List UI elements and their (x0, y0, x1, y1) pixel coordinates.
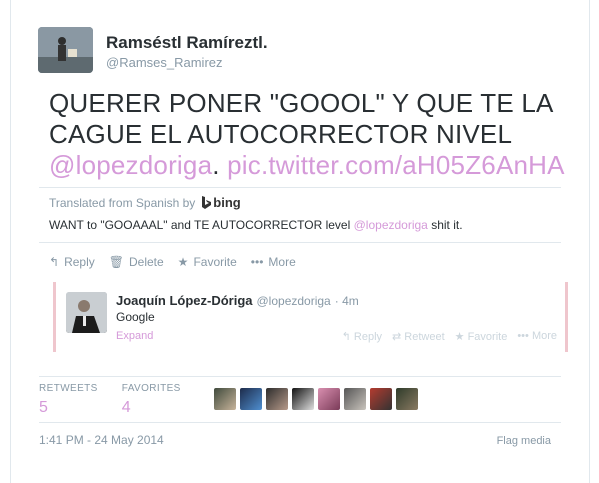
user-avatar[interactable] (318, 388, 340, 410)
tweet-timestamp[interactable]: 1:41 PM - 24 May 2014 (39, 433, 164, 447)
divider (39, 422, 561, 423)
divider (39, 376, 561, 377)
retweets-label: RETWEETS (39, 383, 98, 394)
ellipsis-icon: ••• (250, 255, 264, 269)
translated-from-label: Translated from Spanish by (49, 195, 196, 210)
translation-post: shit it. (431, 218, 463, 232)
tweet-text-line1: QUERER PONER "GOOOL" Y QUE TE LA (49, 88, 554, 118)
reply-favorite-label: Favorite (467, 331, 508, 343)
expand-link[interactable]: Expand (116, 330, 153, 342)
favorites-count[interactable]: 4 (122, 399, 181, 417)
tweet-text: QUERER PONER "GOOOL" Y QUE TE LA CAGUE E… (49, 88, 579, 181)
user-avatar[interactable] (214, 388, 236, 410)
star-icon: ★ (177, 255, 189, 269)
favorite-button[interactable]: ★ Favorite (178, 255, 237, 269)
translation-pre: WANT to "GOOAAAL" and TE AUTOCORRECTOR l… (49, 218, 351, 232)
reply-button[interactable]: ↰ Reply (49, 255, 95, 269)
engagement-avatars (214, 388, 418, 410)
reply-text: Google (116, 310, 155, 324)
pic-link[interactable]: pic.twitter.com/aH05Z6AnHA (227, 150, 565, 180)
reply-author-avatar[interactable] (66, 292, 107, 333)
reply-reply-button[interactable]: ↰ Reply (342, 330, 382, 343)
tweet-stats: RETWEETS 5 FAVORITES 4 (39, 383, 205, 417)
delete-label: Delete (128, 255, 164, 269)
author-handle[interactable]: @Ramses_Ramirez (106, 55, 223, 70)
bing-label: bing (213, 195, 241, 210)
reply-more-label: More (531, 330, 557, 342)
user-avatar[interactable] (266, 388, 288, 410)
favorites-stat[interactable]: FAVORITES 4 (122, 383, 181, 417)
translation-mention-link[interactable]: @lopezdoriga (354, 218, 428, 232)
favorites-label: FAVORITES (121, 383, 181, 394)
tweet-card: Ramséstl Ramíreztl. @Ramses_Ramirez QUER… (10, 0, 590, 483)
more-button[interactable]: ••• More (251, 255, 296, 269)
tweet-period: . (212, 150, 220, 180)
user-avatar[interactable] (240, 388, 262, 410)
retweets-stat[interactable]: RETWEETS 5 (39, 383, 98, 417)
retweets-count[interactable]: 5 (39, 399, 98, 417)
divider (39, 242, 561, 243)
reply-author-name[interactable]: Joaquín López-Dóriga (116, 293, 253, 308)
reply-icon: ↰ (341, 331, 354, 343)
reply-more-button[interactable]: ••• More (517, 330, 557, 343)
reply-author[interactable]: Joaquín López-Dóriga @lopezdoriga · 4m (116, 293, 359, 308)
reply-author-handle[interactable]: @lopezdoriga (257, 294, 331, 308)
retweet-icon: ⇄ (392, 331, 405, 343)
user-avatar[interactable] (396, 388, 418, 410)
mention-link[interactable]: @lopezdoriga (49, 150, 212, 180)
reply-tweet-actions: ↰ Reply ⇄ Retweet ★ Favorite ••• More (342, 330, 557, 343)
user-avatar[interactable] (370, 388, 392, 410)
star-icon: ★ (454, 331, 468, 343)
user-avatar[interactable] (292, 388, 314, 410)
reply-label: Reply (64, 255, 95, 269)
favorite-label: Favorite (193, 255, 237, 269)
ellipsis-icon: ••• (517, 330, 532, 342)
flag-media-link[interactable]: Flag media (497, 435, 551, 447)
user-avatar[interactable] (344, 388, 366, 410)
reply-retweet-button[interactable]: ⇄ Retweet (392, 330, 445, 343)
reply-retweet-label: Retweet (404, 331, 445, 343)
bing-logo-icon: bing (201, 195, 241, 210)
reply-age[interactable]: · 4m (335, 294, 359, 308)
translation-text: WANT to "GOOAAAL" and TE AUTOCORRECTOR l… (49, 218, 463, 232)
reply-reply-label: Reply (353, 331, 383, 343)
reply-favorite-button[interactable]: ★ Favorite (455, 330, 508, 343)
author-avatar[interactable] (38, 27, 93, 73)
reply-icon: ↰ (49, 255, 60, 269)
divider (39, 187, 561, 188)
tweet-actions: ↰ Reply 🗑 Delete ★ Favorite ••• More (49, 255, 296, 269)
more-label: More (268, 255, 296, 269)
reply-tweet[interactable]: Joaquín López-Dóriga @lopezdoriga · 4m Goo… (53, 282, 568, 352)
author-name[interactable]: Ramséstl Ramíreztl. (106, 33, 268, 53)
trash-icon: 🗑 (108, 255, 124, 269)
delete-button[interactable]: 🗑 Delete (109, 255, 164, 269)
translation-credit: Translated from Spanish by bing (49, 195, 241, 210)
tweet-text-line2: CAGUE EL AUTOCORRECTOR NIVEL (49, 119, 513, 149)
